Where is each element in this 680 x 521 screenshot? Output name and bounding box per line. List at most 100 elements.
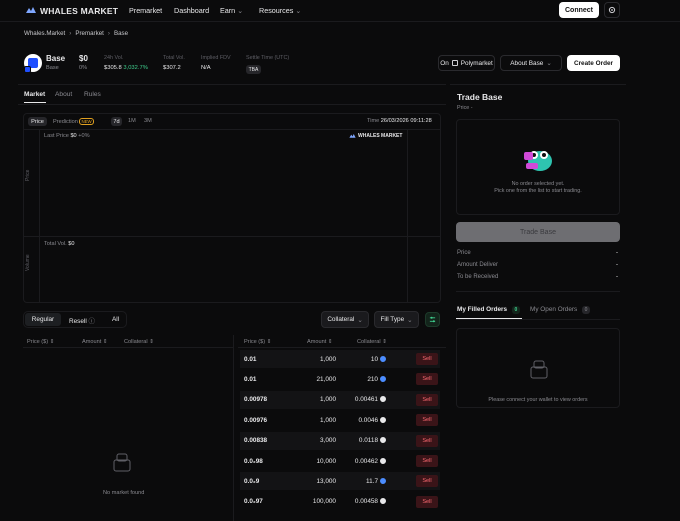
last-price-value: $0 bbox=[70, 133, 77, 139]
mode-price-tab[interactable]: Price bbox=[28, 117, 47, 126]
order-collateral-value: 11.7 bbox=[366, 477, 378, 485]
order-collateral: 0.00461 bbox=[355, 396, 386, 403]
sell-order-row[interactable]: 0.00978 1,000 0.00461 bbox=[240, 390, 440, 409]
brand-logo[interactable]: WHALES MARKET bbox=[26, 6, 118, 16]
sort-icon: ⇕ bbox=[102, 339, 108, 345]
collateral-coin-icon bbox=[380, 375, 386, 382]
divider bbox=[238, 347, 446, 348]
nav-earn[interactable]: Earn ⌄ bbox=[220, 6, 243, 15]
chart-panel bbox=[23, 113, 441, 303]
tab-regular[interactable]: Regular bbox=[25, 313, 61, 326]
order-collateral: 11.7 bbox=[366, 477, 386, 485]
trade-empty-line1: No order selected yet. bbox=[511, 181, 565, 187]
tab-about[interactable]: About bbox=[55, 91, 72, 98]
sell-col-amount[interactable]: Amount ⇕ bbox=[307, 339, 333, 345]
sell-col-collateral[interactable]: Collateral ⇕ bbox=[357, 339, 387, 345]
sell-order-row[interactable]: 0.0₂97 100,000 0.00458 bbox=[240, 493, 440, 511]
breadcrumb-item[interactable]: Whales.Market bbox=[24, 30, 65, 37]
chevron-right-icon: › bbox=[69, 30, 72, 37]
divider bbox=[18, 84, 446, 85]
sell-button[interactable]: Sell bbox=[416, 475, 438, 488]
sell-order-row[interactable]: 0.0₂9 13,000 11.7 bbox=[240, 472, 440, 491]
chevron-down-icon: ⌄ bbox=[237, 6, 244, 15]
filter-settings-button[interactable] bbox=[425, 312, 440, 327]
last-price-label: Last Price bbox=[44, 133, 69, 139]
stat-value: $305.8 3,032.7% bbox=[104, 65, 148, 71]
tab-resell[interactable]: Resell ⓘ bbox=[69, 316, 95, 325]
sell-order-row[interactable]: 0.01 1,000 10 bbox=[240, 350, 440, 368]
sell-order-row[interactable]: 0.0₂98 10,000 0.00462 bbox=[240, 452, 440, 470]
sliders-icon bbox=[429, 316, 436, 323]
nav-resources-label: Resources bbox=[259, 6, 294, 15]
nav-premarket[interactable]: Premarket bbox=[129, 6, 162, 15]
settings-button[interactable] bbox=[604, 2, 620, 18]
buy-col-price-label: Price ($) bbox=[27, 339, 49, 345]
order-collateral: 0.00462 bbox=[354, 457, 386, 465]
sell-button[interactable]: Sell bbox=[416, 393, 438, 406]
open-orders-count: 0 bbox=[582, 306, 591, 314]
collateral-coin-icon bbox=[380, 355, 386, 362]
range-1m[interactable]: 1M bbox=[128, 118, 136, 124]
order-collateral: 0.0046 bbox=[358, 416, 386, 424]
range-3m[interactable]: 3M bbox=[144, 118, 152, 124]
stat-24h-change: 3,032.7% bbox=[123, 65, 148, 71]
collateral-coin-icon bbox=[380, 477, 386, 484]
new-badge: NEW bbox=[79, 118, 94, 125]
divider bbox=[456, 319, 620, 320]
table-divider bbox=[233, 335, 234, 521]
chevron-down-icon: ⌄ bbox=[407, 316, 413, 324]
buy-col-price[interactable]: Price ($) ⇕ bbox=[27, 339, 54, 345]
collateral-coin-icon bbox=[380, 457, 386, 464]
gear-icon bbox=[608, 6, 616, 14]
summary-price-label: Price bbox=[457, 250, 471, 256]
sell-button[interactable]: Sell bbox=[416, 414, 438, 427]
tab-rules[interactable]: Rules bbox=[84, 91, 101, 98]
collateral-dropdown[interactable]: Collateral ⌄ bbox=[321, 311, 369, 328]
polymarket-button[interactable]: On Polymarket bbox=[438, 55, 495, 71]
empty-state-icon bbox=[530, 360, 548, 379]
tab-market[interactable]: Market bbox=[24, 91, 45, 98]
order-collateral: 210 bbox=[367, 375, 386, 383]
sell-order-row[interactable]: 0.00838 3,000 0.0118 bbox=[240, 431, 440, 450]
buy-col-amount[interactable]: Amount ⇕ bbox=[82, 339, 108, 345]
price-axis-label: Price bbox=[25, 169, 31, 181]
order-amount: 100,000 bbox=[312, 498, 336, 506]
sell-button[interactable]: Sell bbox=[416, 353, 438, 365]
collateral-coin-icon bbox=[380, 437, 386, 444]
tab-open-orders[interactable]: My Open Orders 0 bbox=[530, 306, 591, 314]
sell-button[interactable]: Sell bbox=[416, 373, 438, 386]
tab-filled-orders[interactable]: My Filled Orders 0 bbox=[457, 306, 520, 314]
buy-col-collateral-label: Collateral bbox=[124, 339, 148, 345]
breadcrumb-item[interactable]: Premarket bbox=[75, 30, 104, 37]
sell-order-row[interactable]: 0.00976 1,000 0.0046 bbox=[240, 411, 440, 429]
order-collateral-value: 0.00462 bbox=[354, 457, 378, 465]
sell-button[interactable]: Sell bbox=[416, 495, 438, 508]
order-price: 0.00838 bbox=[244, 437, 268, 445]
trade-button[interactable]: Trade Base bbox=[456, 222, 620, 242]
about-base-button[interactable]: About Base ⌄ bbox=[500, 55, 562, 71]
sell-col-price-label: Price ($) bbox=[244, 339, 266, 345]
sort-icon: ⇕ bbox=[49, 339, 55, 345]
orders-empty-text: Please connect your wallet to view order… bbox=[488, 397, 588, 403]
sell-button[interactable]: Sell bbox=[416, 434, 438, 447]
stat-total-vol: $307.2 bbox=[163, 65, 181, 71]
sort-icon: ⇕ bbox=[266, 339, 272, 345]
create-order-button[interactable]: Create Order bbox=[567, 55, 620, 71]
chart-time-value: 26/03/2026 09:11:28 bbox=[380, 118, 432, 124]
nav-dashboard[interactable]: Dashboard bbox=[174, 6, 209, 15]
order-amount: 1,000 bbox=[320, 416, 336, 424]
last-price: Last Price $0 +0% bbox=[44, 133, 90, 139]
buy-col-collateral[interactable]: Collateral ⇕ bbox=[124, 339, 154, 345]
connect-button[interactable]: Connect bbox=[559, 2, 599, 18]
fill-type-dropdown[interactable]: Fill Type ⌄ bbox=[374, 311, 419, 328]
total-vol-label: Total Vol. bbox=[44, 241, 67, 247]
sell-button[interactable]: Sell bbox=[416, 455, 438, 467]
range-7d[interactable]: 7d bbox=[111, 117, 122, 126]
sell-order-row[interactable]: 0.01 21,000 210 bbox=[240, 370, 440, 388]
tab-all[interactable]: All bbox=[112, 316, 119, 323]
token-sub: Base bbox=[46, 65, 59, 71]
token-name: Base bbox=[46, 54, 66, 63]
sell-col-price[interactable]: Price ($) ⇕ bbox=[244, 339, 271, 345]
mode-prediction-tab[interactable]: Prediction NEW bbox=[53, 118, 94, 125]
nav-resources[interactable]: Resources ⌄ bbox=[259, 6, 301, 15]
